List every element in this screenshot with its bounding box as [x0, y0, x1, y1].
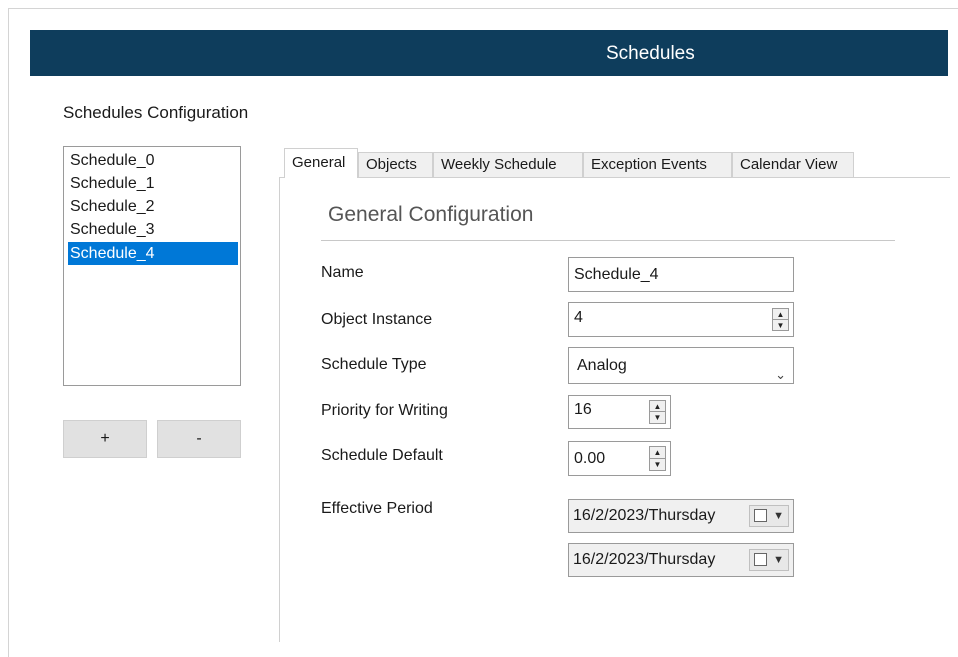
priority-label: Priority for Writing [321, 402, 448, 419]
tab-weekly-schedule[interactable]: Weekly Schedule [433, 152, 583, 177]
schedule-default-value: 0.00 [574, 450, 606, 467]
schedule-type-select[interactable]: Analog ⌄ [568, 347, 794, 384]
schedule-list-item[interactable]: Schedule_3 [68, 218, 238, 241]
window-title: Schedules [606, 43, 695, 64]
object-instance-stepper[interactable]: 4 ▲ ▼ [568, 302, 794, 337]
dropdown-arrow-icon: ▼ [773, 510, 784, 522]
object-instance-spin[interactable]: ▲ ▼ [772, 308, 789, 331]
tab-panel-border [279, 177, 280, 642]
spin-down-icon[interactable]: ▼ [650, 459, 665, 471]
name-input[interactable]: Schedule_4 [568, 257, 794, 292]
name-value: Schedule_4 [574, 266, 659, 283]
schedule-type-value: Analog [577, 357, 627, 374]
tab-exception-events[interactable]: Exception Events [583, 152, 732, 177]
schedule-list-item[interactable]: Schedule_0 [68, 149, 238, 172]
chevron-down-icon: ⌄ [775, 367, 786, 382]
object-instance-value: 4 [574, 309, 583, 326]
title-bar: Schedules [30, 30, 948, 76]
schedule-default-spin[interactable]: ▲ ▼ [649, 446, 666, 471]
section-title: Schedules Configuration [63, 103, 249, 122]
calendar-dropdown-button[interactable]: ▼ [749, 505, 789, 527]
spin-down-icon[interactable]: ▼ [773, 320, 788, 331]
spin-down-icon[interactable]: ▼ [650, 412, 665, 423]
effective-period-end-value: 16/2/2023/Thursday [573, 551, 716, 568]
remove-schedule-button[interactable]: - [157, 420, 241, 458]
schedule-list-item-selected[interactable]: Schedule_4 [68, 242, 238, 265]
tab-objects[interactable]: Objects [358, 152, 433, 177]
schedule-list-item[interactable]: Schedule_2 [68, 195, 238, 218]
calendar-icon [754, 553, 767, 566]
schedule-list-item[interactable]: Schedule_1 [68, 172, 238, 195]
spin-up-icon[interactable]: ▲ [650, 447, 665, 459]
calendar-dropdown-button[interactable]: ▼ [749, 549, 789, 571]
priority-spin[interactable]: ▲ ▼ [649, 400, 666, 424]
priority-value: 16 [574, 401, 592, 418]
spin-up-icon[interactable]: ▲ [773, 309, 788, 320]
effective-period-label: Effective Period [321, 500, 433, 517]
schedule-list[interactable]: Schedule_0 Schedule_1 Schedule_2 Schedul… [63, 146, 241, 386]
name-label: Name [321, 264, 364, 281]
schedule-type-label: Schedule Type [321, 356, 427, 373]
object-instance-label: Object Instance [321, 311, 433, 328]
effective-period-end-picker[interactable]: 16/2/2023/Thursday ▼ [568, 543, 794, 577]
schedule-default-stepper[interactable]: 0.00 ▲ ▼ [568, 441, 671, 476]
calendar-icon [754, 509, 767, 522]
dropdown-arrow-icon: ▼ [773, 554, 784, 566]
tab-general[interactable]: General [284, 148, 358, 178]
tab-calendar-view[interactable]: Calendar View [732, 152, 854, 177]
general-configuration-heading: General Configuration [328, 203, 534, 226]
effective-period-start-picker[interactable]: 16/2/2023/Thursday ▼ [568, 499, 794, 533]
heading-divider [321, 240, 895, 241]
add-schedule-button[interactable]: + [63, 420, 147, 458]
effective-period-start-value: 16/2/2023/Thursday [573, 507, 716, 524]
tab-strip-divider [280, 177, 950, 178]
spin-up-icon[interactable]: ▲ [650, 401, 665, 412]
schedule-default-label: Schedule Default [321, 447, 443, 464]
priority-stepper[interactable]: 16 ▲ ▼ [568, 395, 671, 429]
